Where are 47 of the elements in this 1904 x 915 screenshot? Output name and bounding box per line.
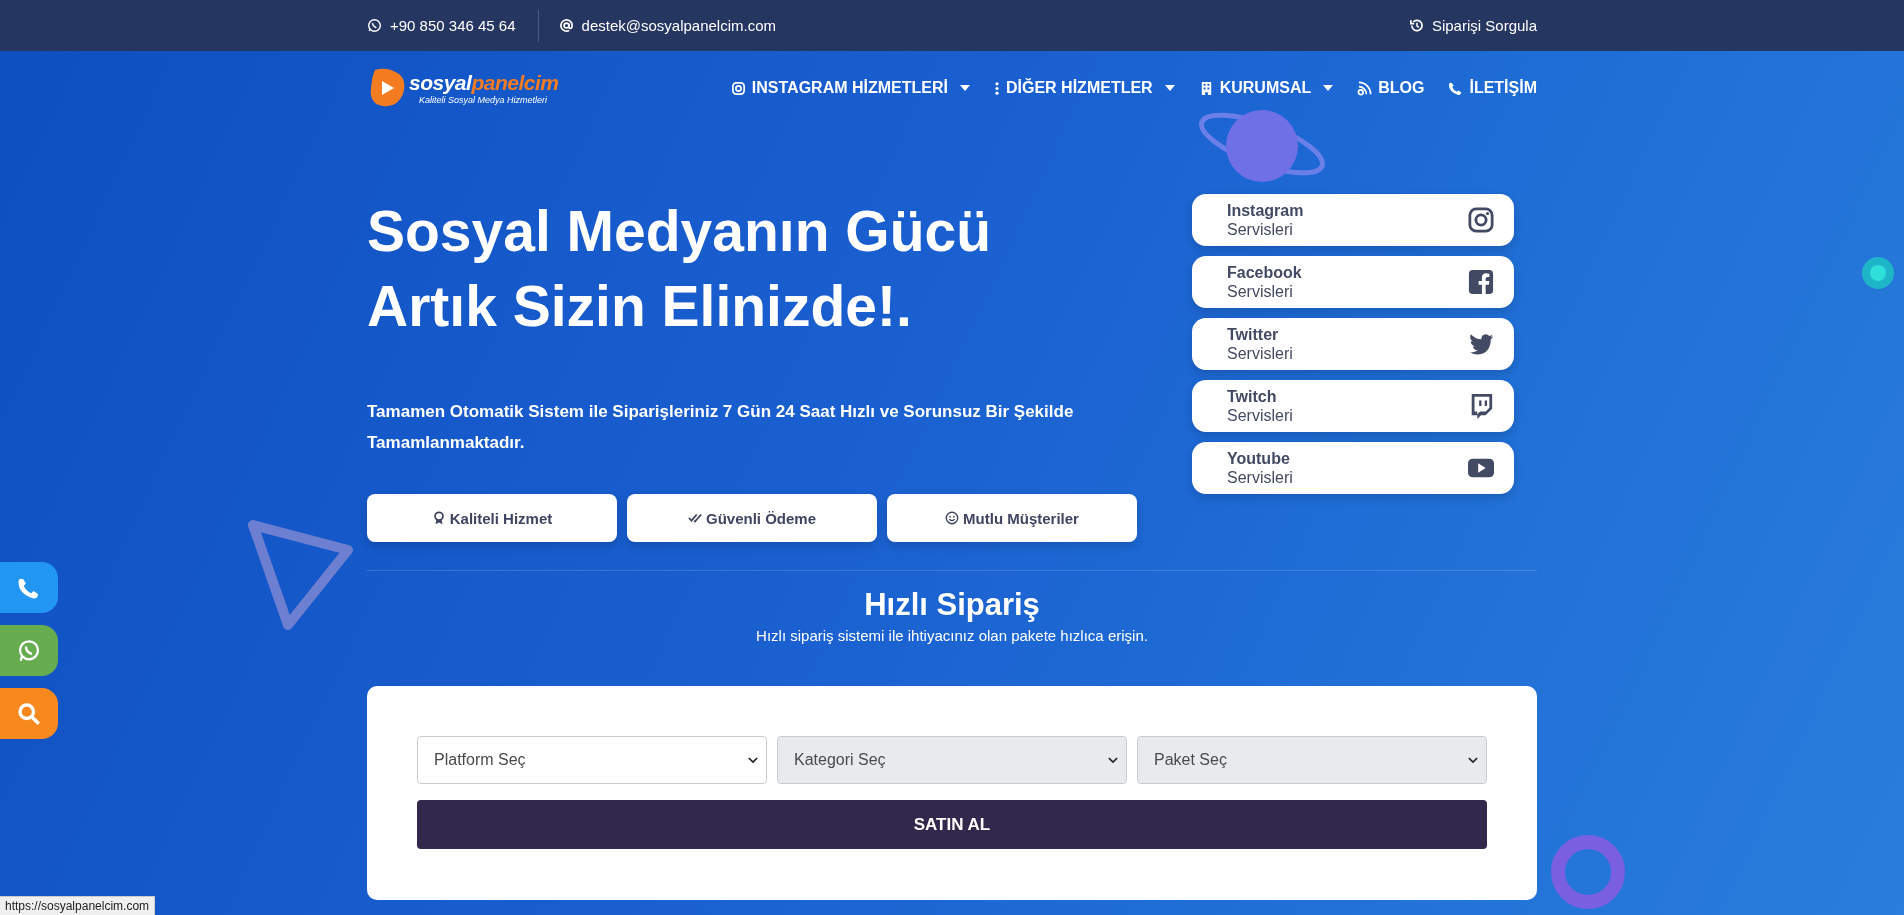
nav-link[interactable]: İLETİŞİM: [1448, 79, 1537, 97]
chevron-down-icon: [748, 756, 758, 764]
instagram-icon: [730, 80, 746, 96]
rss-icon: [1357, 80, 1373, 96]
hero-title: Sosyal Medyanın Gücü Artık Sizin Elinizde!.: [367, 198, 992, 340]
hero-description: Tamamen Otomatik Sistem ile Siparişleriniz 7 Gün 24 Saat Hızlı ve Sorunsuz Bir Şekilde Tamamlanmaktadır.: [367, 401, 1075, 454]
search-icon: [17, 701, 41, 726]
feature-button[interactable]: Kaliteli Hizmet: [367, 494, 617, 542]
instagram-icon: [1468, 207, 1494, 233]
service-card[interactable]: Instagram Servisleri: [1192, 194, 1514, 246]
section-subtitle: Hızlı sipariş sistemi ile ihtiyacınız olan pakete hızlıca erişin.: [755, 627, 1149, 644]
status-url: https://sosyalpanelcim.com: [0, 896, 156, 915]
service-card[interactable]: Youtube Servisleri: [1192, 442, 1514, 494]
service-card[interactable]: Twitter Servisleri: [1192, 318, 1514, 370]
email-link[interactable]: destek@sosyalpanelcim.com: [581, 17, 777, 34]
service-card[interactable]: Twitch Servisleri: [1192, 380, 1514, 432]
phone-float-button[interactable]: [0, 562, 58, 613]
order-query-link[interactable]: Siparişi Sorgula: [1431, 17, 1537, 34]
buy-button[interactable]: SATIN AL: [417, 800, 1487, 849]
chevron-down-icon: [1468, 756, 1478, 764]
phone-link[interactable]: +90 850 346 45 64: [390, 17, 516, 34]
at-sign-icon: [558, 18, 574, 33]
facebook-icon: [1468, 269, 1494, 295]
feature-button[interactable]: Mutlu Müşteriler: [887, 494, 1137, 542]
search-float-button[interactable]: [0, 688, 58, 739]
bird-icon: [1468, 331, 1494, 357]
nav-link[interactable]: DİĞER HİZMETLER: [994, 79, 1175, 97]
glow-dot-drawing: [1860, 255, 1896, 291]
whatsapp-icon: [17, 638, 41, 663]
double-check-icon: [687, 511, 702, 525]
section-title: Hızlı Sipariş: [863, 586, 1041, 624]
chevron-down-icon: [1108, 756, 1118, 764]
vertical-dots-icon: [994, 80, 1000, 96]
phone-icon: [1448, 80, 1464, 96]
whatsapp-icon: [367, 18, 382, 33]
smiley-icon: [945, 511, 960, 525]
nav-link[interactable]: BLOG: [1357, 79, 1425, 97]
award-icon: [431, 511, 446, 525]
nav-link[interactable]: KURUMSAL: [1198, 79, 1334, 97]
history-icon: [1408, 18, 1424, 33]
service-card[interactable]: Facebook Servisleri: [1192, 256, 1514, 308]
whatsapp-float-button[interactable]: [0, 625, 58, 676]
feature-button[interactable]: Güvenli Ödeme: [627, 494, 877, 542]
select-field[interactable]: Platform Seç: [417, 736, 767, 784]
nav-link[interactable]: INSTAGRAM HİZMETLERİ: [730, 79, 970, 97]
logo-tagline: Kaliteli Sosyal Medya Hizmetleri: [419, 95, 549, 105]
logo-text: sosyalpanelcim: [409, 71, 559, 95]
